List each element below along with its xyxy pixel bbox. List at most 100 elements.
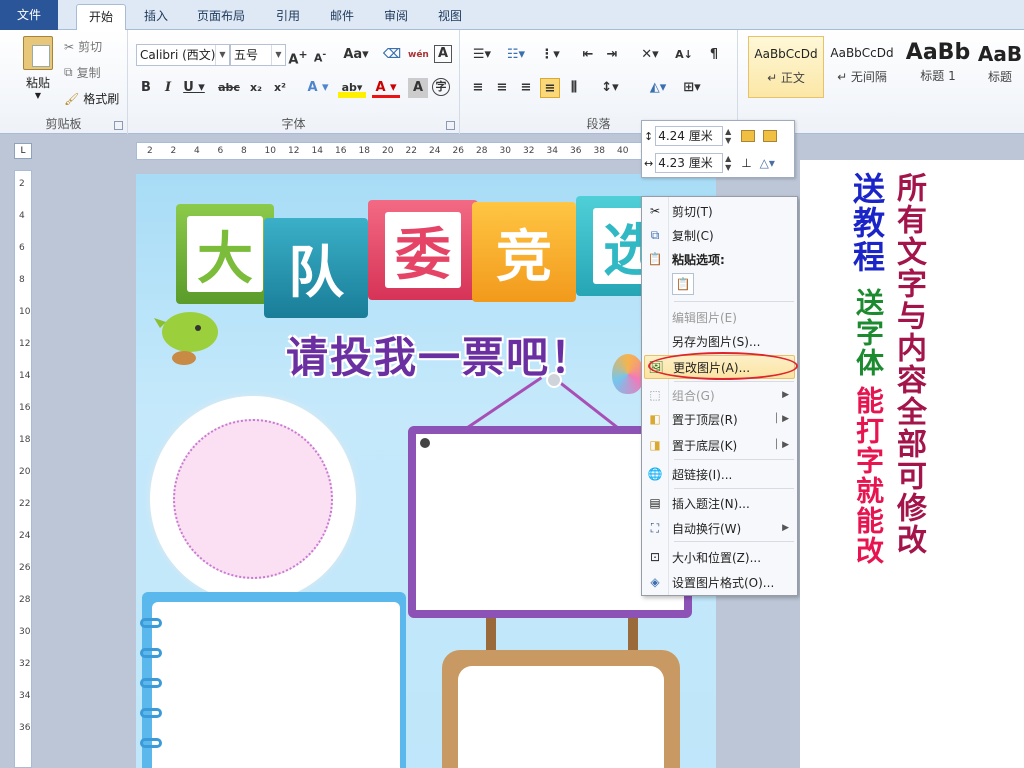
shading-icon[interactable]: ◭▾ [644,78,672,98]
tab-page-layout[interactable]: 页面布局 [188,4,254,30]
document-poster[interactable]: 大 队 委 竞 选 请投我一票吧！ [136,174,716,768]
copy-button[interactable]: ⧉ 复制 [64,64,101,81]
highlight-button[interactable]: ab▾ [338,78,366,98]
height-spinner[interactable]: ▲ ▼ [723,127,733,145]
paste-icon: 📋 [647,252,663,266]
style-no-spacing[interactable]: AaBbCcDd ↵ 无间隔 [824,36,900,98]
menu-item-insert-caption[interactable]: ▤ 插入题注(N)... [644,491,795,515]
decrease-indent-icon[interactable]: ⇤ [578,45,598,65]
align-right-icon[interactable]: ≡ [516,78,536,98]
tab-file[interactable]: 文件 [0,0,58,30]
horizontal-ruler[interactable]: 2246810121416182022242628303234363840424… [136,142,716,160]
ruler-tick-label: 26 [452,146,464,156]
font-group-label: 字体 [281,117,306,131]
title-cube-2: 队 [264,218,368,318]
menu-item-format-picture[interactable]: ◈ 设置图片格式(O)... [644,570,795,594]
paste-option-keep-icon[interactable]: 📋 [672,273,694,295]
sort-icon[interactable]: A↓ [674,45,694,65]
easel-paper[interactable] [458,666,664,768]
picture-mini-toolbar: ↕ 4.24 厘米 ▲ ▼ ↔ 4.23 厘米 ▲ ▼ ⊥ △▾ [641,120,795,178]
bring-front-icon[interactable] [741,130,756,142]
italic-button[interactable]: I [158,78,178,98]
text-effects-button[interactable]: A ▾ [304,78,332,98]
subscript-button[interactable]: x₂ [246,78,266,98]
enclose-char-icon[interactable]: 字 [432,78,450,96]
menu-item-send-to-back[interactable]: ◨ 置于底层(K) │ ▶ [644,433,795,457]
justify-icon[interactable]: ≡ [540,78,560,98]
tab-mailings[interactable]: 邮件 [320,4,364,30]
char-shading-icon[interactable]: A [408,78,428,98]
tab-selector[interactable]: L [14,143,32,159]
distributed-icon[interactable]: ⫼ [564,78,584,98]
menu-item-save-as-picture[interactable]: 另存为图片(S)... [644,329,795,353]
hyperlink-icon: 🌐 [647,467,663,481]
tab-insert[interactable]: 插入 [134,4,178,30]
menu-item-copy[interactable]: ⧉ 复制(C) [644,223,795,247]
change-case-button[interactable]: Aa▾ [342,45,370,65]
show-marks-icon[interactable]: ¶ [704,45,724,65]
width-field[interactable]: 4.23 厘米 [655,153,724,173]
promo-text-editable: 所有文字与内容全部可修改 [891,172,926,556]
style-heading-1[interactable]: AaBb 标题 1 [900,36,976,98]
vertical-ruler[interactable]: 2 4 6 8 10 12 14 16 18 20 22 24 26 28 30 32 34 36 [14,170,32,768]
clipboard-launcher[interactable] [114,121,123,130]
bullets-icon[interactable]: ☰▾ [468,45,496,65]
rotate-icon[interactable]: △▾ [760,156,775,170]
line-spacing-icon[interactable]: ↕▾ [596,78,624,98]
notebook-paper[interactable] [152,602,400,768]
menu-item-label: 插入题注(N)... [672,496,750,511]
asian-layout-icon[interactable]: ✕▾ [636,45,664,65]
borders-icon[interactable]: ⊞▾ [678,78,706,98]
font-color-button[interactable]: A ▾ [372,78,400,98]
format-painter-button[interactable]: 🖌 格式刷 [64,90,119,107]
strikethrough-button[interactable]: abc [216,78,242,98]
ruler-tick-label: 4 [19,211,25,221]
align-left-icon[interactable]: ≡ [468,78,488,98]
highlight-oval-annotation [648,352,798,380]
notebook-card[interactable] [140,592,406,768]
menu-item-bring-to-front[interactable]: ◧ 置于顶层(R) │ ▶ [644,407,795,431]
photo-placeholder[interactable] [173,419,333,579]
font-name-value: Calibri (西文) [140,48,216,62]
increase-indent-icon[interactable]: ⇥ [602,45,622,65]
menu-item-cut[interactable]: ✂ 剪切(T) [644,199,795,223]
tab-review[interactable]: 审阅 [374,4,418,30]
multilevel-list-icon[interactable]: ⋮▾ [536,45,564,65]
align-icon[interactable]: ⊥ [741,156,751,170]
numbering-icon[interactable]: ☷▾ [502,45,530,65]
cut-button[interactable]: ✂ 剪切 [64,38,102,55]
ring-icon [140,738,162,748]
easel-board[interactable] [442,650,680,768]
font-launcher[interactable] [446,121,455,130]
photo-frame[interactable] [158,404,348,594]
font-size-dropdown[interactable]: 五号 ▼ [230,44,286,66]
send-back-icon[interactable] [763,130,778,142]
align-center-icon[interactable]: ≡ [492,78,512,98]
char-border-icon[interactable]: A [434,45,452,63]
width-spinner[interactable]: ▲ ▼ [723,154,733,172]
shrink-font-button[interactable]: A- [310,45,330,65]
menu-item-hyperlink[interactable]: 🌐 超链接(I)... [644,462,795,486]
underline-button[interactable]: U ▾ [180,78,208,98]
phonetic-guide-icon[interactable]: wén [408,45,429,65]
menu-item-wrap-text[interactable]: ⛶ 自动换行(W) ▶ [644,516,795,540]
clear-format-icon[interactable]: ⌫ [382,45,402,65]
superscript-button[interactable]: x² [270,78,290,98]
menu-item-label: 超链接(I)... [672,467,733,482]
ruler-tick-label: 38 [593,146,605,156]
font-name-dropdown[interactable]: Calibri (西文) ▼ [136,44,230,66]
style-normal[interactable]: AaBbCcDd ↵ 正文 [748,36,824,98]
style-title[interactable]: AaB 标题 [976,36,1024,98]
copy-icon: ⧉ [64,65,73,79]
grow-font-button[interactable]: A+ [288,45,308,67]
height-field[interactable]: 4.24 厘米 [655,126,724,146]
tab-references[interactable]: 引用 [266,4,310,30]
caption-icon: ▤ [649,496,661,510]
ruler-tick-label: 34 [546,146,558,156]
paste-button[interactable]: 粘贴 ▼ [20,36,56,106]
tab-home[interactable]: 开始 [76,4,126,30]
tab-view[interactable]: 视图 [428,4,472,30]
ruler-tick-label: 22 [405,146,417,156]
menu-item-size-position[interactable]: ⊡ 大小和位置(Z)... [644,545,795,569]
bold-button[interactable]: B [136,78,156,98]
